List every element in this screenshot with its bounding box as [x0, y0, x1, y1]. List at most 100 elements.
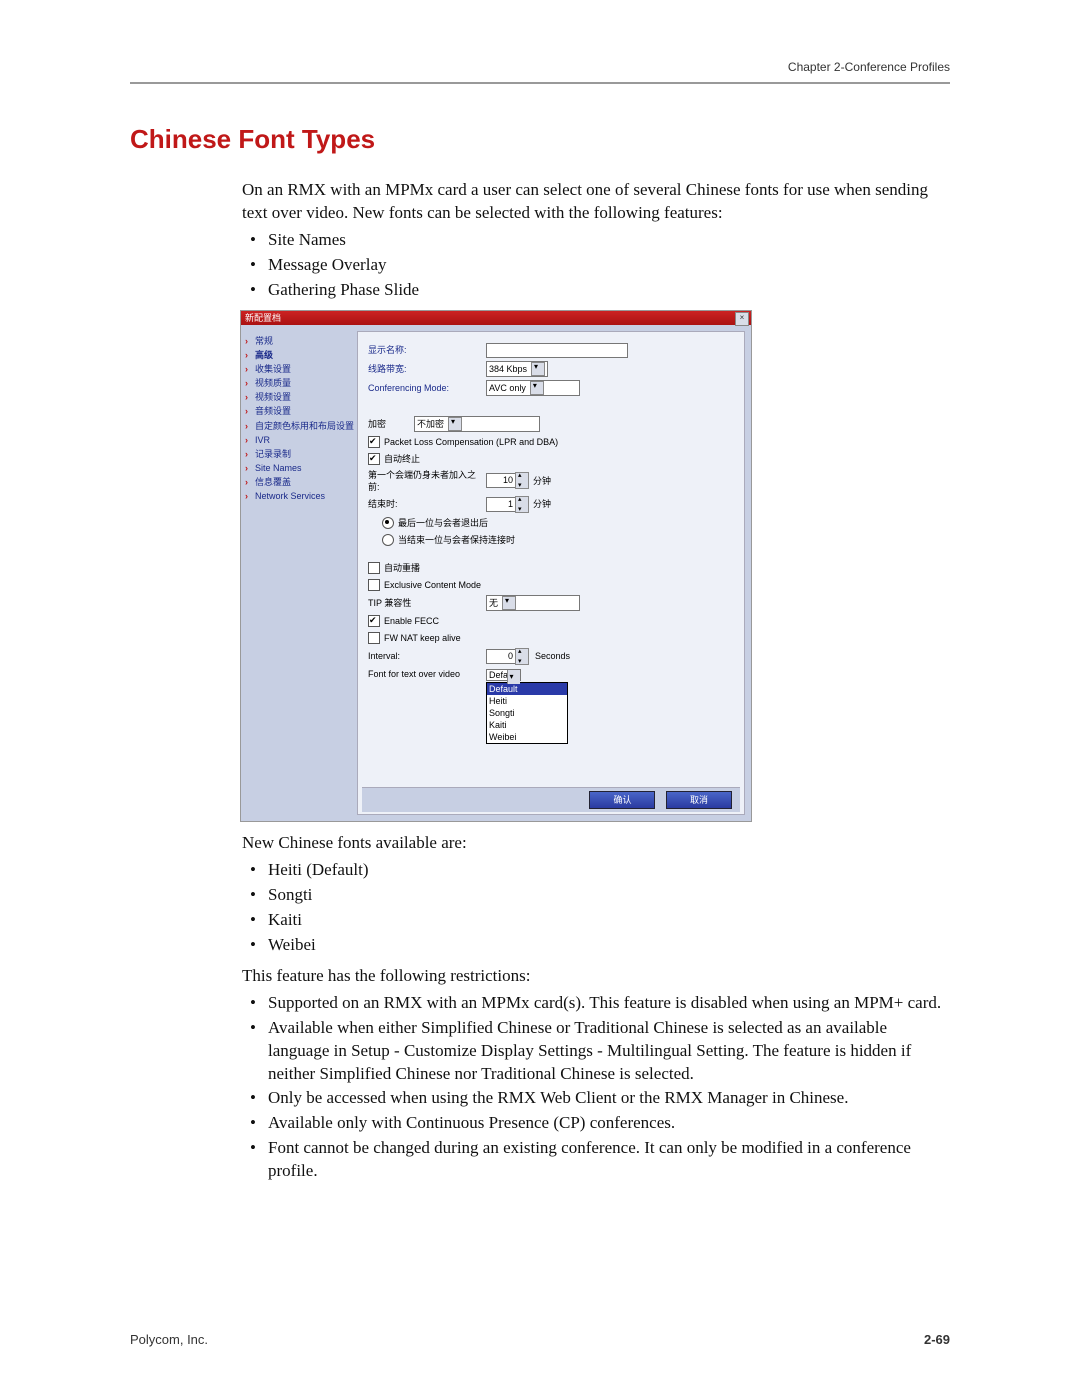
profile-dialog: 新配置档 × 常规 高级 收集设置 视频质量 视频设置 音频设置 自定颜色标用和…	[240, 310, 752, 822]
label-enable-fecc: Enable FECC	[384, 615, 439, 627]
font-option[interactable]: Kaiti	[487, 719, 567, 731]
font-option[interactable]: Weibei	[487, 731, 567, 743]
nav-item[interactable]: 音频设置	[245, 405, 353, 417]
feature-item: Gathering Phase Slide	[242, 279, 950, 302]
chevron-down-icon	[507, 670, 520, 684]
label-lpr: Packet Loss Compensation (LPR and DBA)	[384, 436, 558, 448]
auto-layout-checkbox[interactable]	[368, 562, 380, 574]
nav-item[interactable]: IVR	[245, 434, 353, 446]
close-icon[interactable]: ×	[735, 312, 749, 326]
line-rate-value: 384 Kbps	[489, 363, 527, 375]
font-item: Kaiti	[242, 909, 950, 932]
label-before-join: 第一个会端仍身未者加入之前:	[368, 469, 486, 493]
restriction-item: Available only with Continuous Presence …	[242, 1112, 950, 1135]
font-option[interactable]: Heiti	[487, 695, 567, 707]
nav-item[interactable]: 视频质量	[245, 377, 353, 389]
before-join-value: 10	[486, 473, 516, 488]
encryption-value: 不加密	[417, 418, 444, 430]
label-end-option-2: 当结束一位与会者保持连接时	[398, 534, 515, 546]
label-minutes: 分钟	[533, 498, 551, 510]
fw-nat-checkbox[interactable]	[368, 632, 380, 644]
spinner-buttons-icon[interactable]	[515, 648, 529, 665]
restrictions-intro: This feature has the following restricti…	[242, 965, 950, 988]
conf-mode-value: AVC only	[489, 382, 526, 394]
section-title: Chinese Font Types	[130, 124, 950, 155]
label-auto-end: 自动终止	[384, 453, 420, 465]
font-item: Heiti (Default)	[242, 859, 950, 882]
label-font-over-video: Font for text over video	[368, 668, 486, 680]
font-dropdown-list: Default Heiti Songti Kaiti Weibei	[486, 682, 568, 744]
intro-paragraph: On an RMX with an MPMx card a user can s…	[242, 179, 950, 225]
dialog-nav: 常规 高级 收集设置 视频质量 视频设置 音频设置 自定颜色标用和布局设置 IV…	[241, 325, 357, 821]
tip-compat-select[interactable]: 无	[486, 595, 580, 611]
auto-end-checkbox[interactable]	[368, 453, 380, 465]
nav-item[interactable]: Site Names	[245, 462, 353, 474]
label-encryption: 加密	[368, 418, 414, 430]
chevron-down-icon	[448, 417, 462, 431]
label-end-option-1: 最后一位与会者退出后	[398, 517, 488, 529]
chapter-header: Chapter 2-Conference Profiles	[130, 60, 950, 74]
label-tip-compat: TIP 兼容性	[368, 597, 486, 609]
font-dropdown[interactable]: Default Default Heiti Songti Kaiti Weibe…	[486, 668, 568, 744]
chevron-down-icon	[502, 596, 516, 610]
restriction-item: Font cannot be changed during an existin…	[242, 1137, 950, 1183]
end-option-1-radio[interactable]	[382, 517, 394, 529]
cancel-button[interactable]: 取消	[666, 791, 732, 809]
nav-item[interactable]: Network Services	[245, 490, 353, 502]
label-exclusive-content: Exclusive Content Mode	[384, 579, 481, 591]
nav-item[interactable]: 记录录制	[245, 448, 353, 460]
dialog-footer: 确认 取消	[362, 787, 740, 812]
label-minutes: 分钟	[533, 475, 551, 487]
label-fw-nat: FW NAT keep alive	[384, 632, 461, 644]
chevron-down-icon	[530, 381, 544, 395]
font-option[interactable]: Default	[487, 683, 567, 695]
dialog-title: 新配置档	[245, 313, 281, 323]
label-line-rate: 线路带宽:	[368, 363, 486, 375]
footer-company: Polycom, Inc.	[130, 1332, 208, 1347]
restrictions-list: Supported on an RMX with an MPMx card(s)…	[242, 992, 950, 1184]
ok-button[interactable]: 确认	[589, 791, 655, 809]
feature-item: Message Overlay	[242, 254, 950, 277]
nav-item[interactable]: 自定颜色标用和布局设置	[245, 420, 353, 432]
interval-spinner[interactable]: 0	[486, 648, 529, 665]
nav-item[interactable]: 高级	[245, 349, 353, 361]
fonts-list: Heiti (Default) Songti Kaiti Weibei	[242, 859, 950, 957]
enable-fecc-checkbox[interactable]	[368, 615, 380, 627]
nav-item[interactable]: 信息覆盖	[245, 476, 353, 488]
interval-value: 0	[486, 649, 516, 664]
restriction-item: Only be accessed when using the RMX Web …	[242, 1087, 950, 1110]
tip-compat-value: 无	[489, 597, 498, 609]
dialog-main: 显示名称: 线路带宽: 384 Kbps Conferencing Mode:	[357, 331, 745, 815]
restriction-item: Available when either Simplified Chinese…	[242, 1017, 950, 1086]
feature-item: Site Names	[242, 229, 950, 252]
label-conf-mode: Conferencing Mode:	[368, 382, 486, 394]
exclusive-content-checkbox[interactable]	[368, 579, 380, 591]
label-at-end: 结束时:	[368, 498, 486, 510]
font-option[interactable]: Songti	[487, 707, 567, 719]
lpr-checkbox[interactable]	[368, 436, 380, 448]
features-list: Site Names Message Overlay Gathering Pha…	[242, 229, 950, 302]
header-rule	[130, 82, 950, 84]
line-rate-select[interactable]: 384 Kbps	[486, 361, 548, 377]
label-seconds: Seconds	[535, 650, 570, 662]
font-item: Songti	[242, 884, 950, 907]
display-name-input[interactable]	[486, 343, 628, 358]
dialog-titlebar: 新配置档 ×	[241, 311, 751, 325]
footer-page-number: 2-69	[924, 1332, 950, 1347]
nav-item[interactable]: 常规	[245, 335, 353, 347]
conf-mode-select[interactable]: AVC only	[486, 380, 580, 396]
fonts-intro: New Chinese fonts available are:	[242, 832, 950, 855]
before-join-spinner[interactable]: 10	[486, 472, 529, 489]
chevron-down-icon	[531, 362, 545, 376]
end-option-2-radio[interactable]	[382, 534, 394, 546]
restriction-item: Supported on an RMX with an MPMx card(s)…	[242, 992, 950, 1015]
encryption-select[interactable]: 不加密	[414, 416, 540, 432]
spinner-buttons-icon[interactable]	[515, 496, 529, 513]
spinner-buttons-icon[interactable]	[515, 472, 529, 489]
at-end-value: 1	[486, 497, 516, 512]
label-auto-layout: 自动重播	[384, 562, 420, 574]
nav-item[interactable]: 收集设置	[245, 363, 353, 375]
font-item: Weibei	[242, 934, 950, 957]
nav-item[interactable]: 视频设置	[245, 391, 353, 403]
at-end-spinner[interactable]: 1	[486, 496, 529, 513]
